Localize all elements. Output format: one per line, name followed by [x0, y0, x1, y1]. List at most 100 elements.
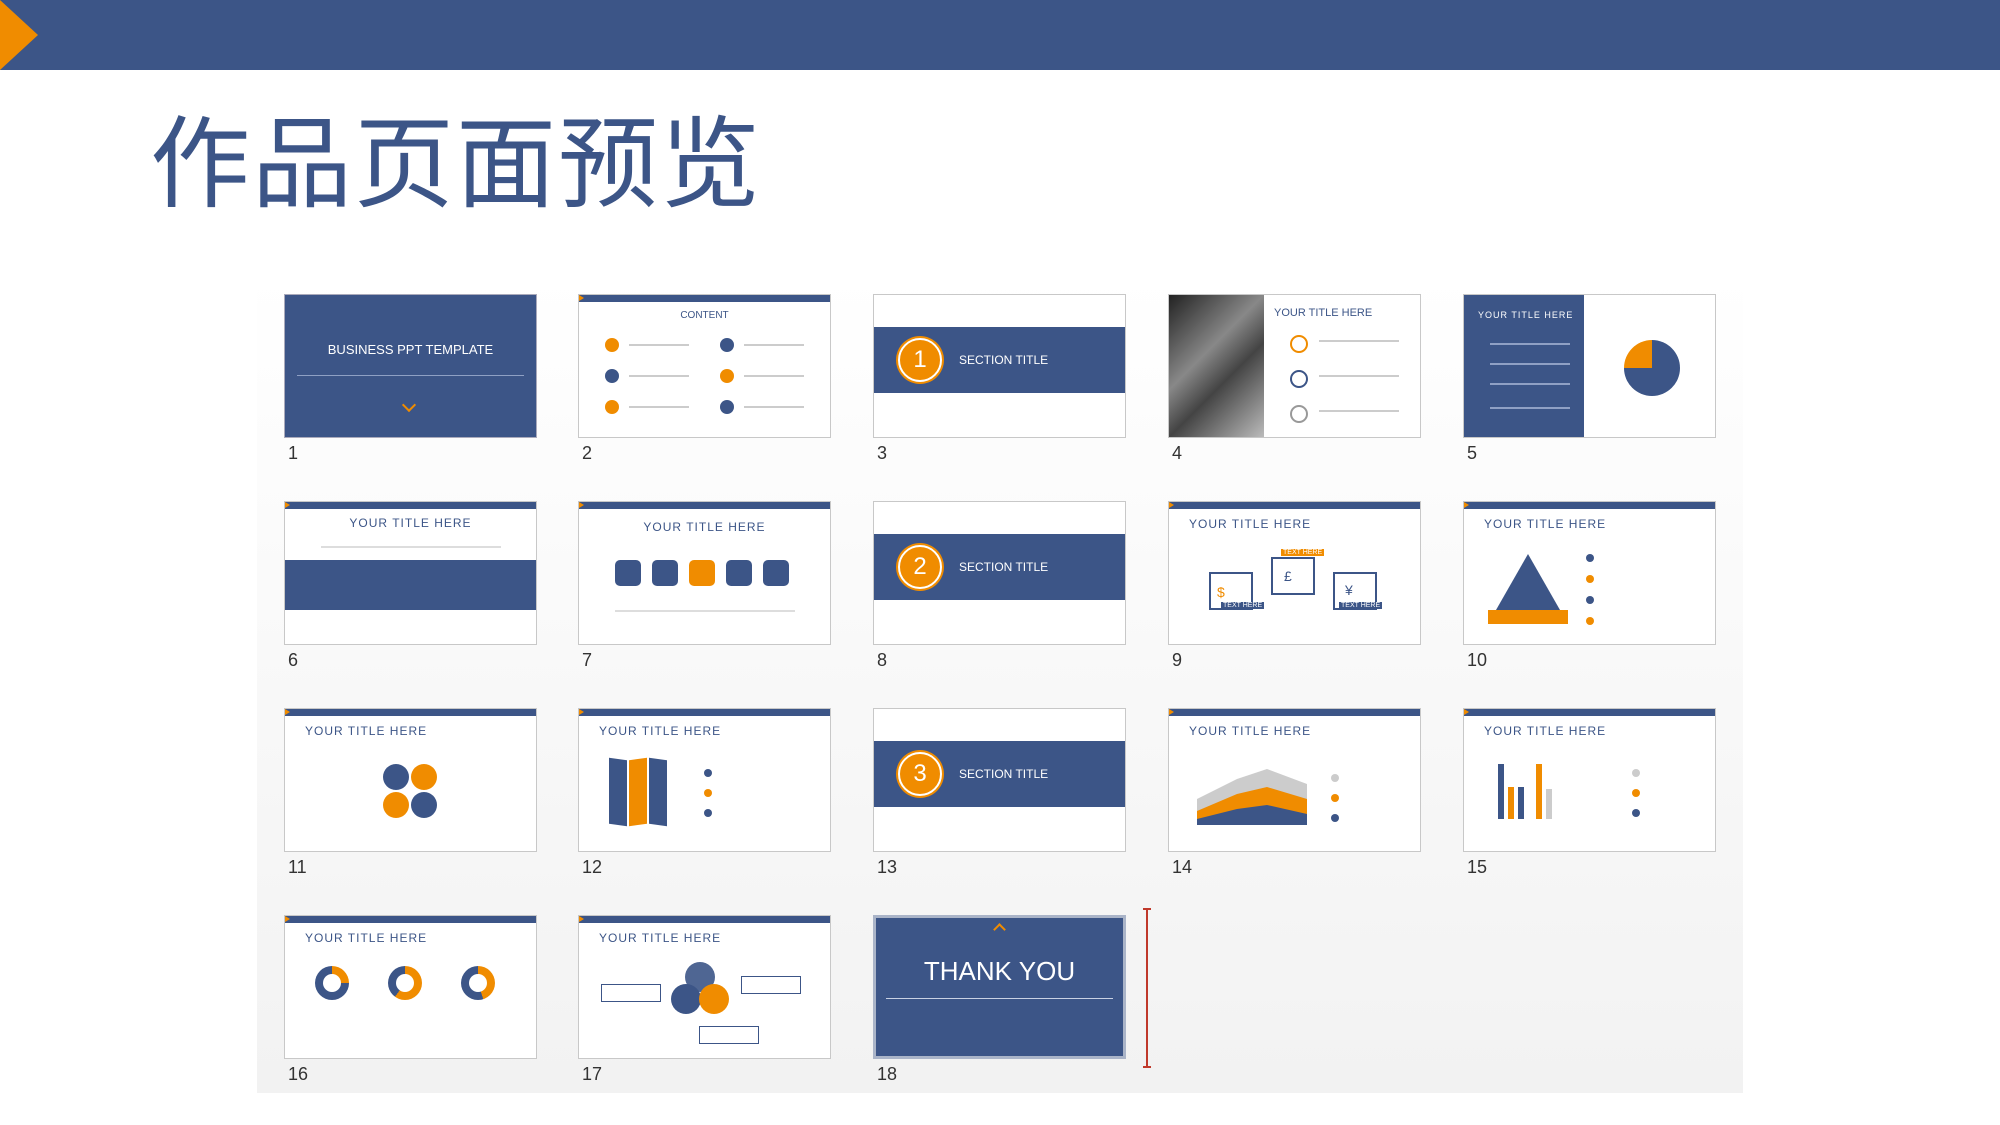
twitter-icon [652, 560, 678, 586]
settings-icon [726, 560, 752, 586]
item-icon [605, 400, 619, 414]
slide-title: YOUR TITLE HERE [1484, 724, 1607, 738]
item-icon [720, 369, 734, 383]
slide-number: 16 [288, 1064, 309, 1084]
slide-number: 8 [877, 650, 888, 670]
slide-title: YOUR TITLE HERE [305, 724, 428, 738]
slide-number: 12 [582, 857, 603, 877]
slide-preview[interactable]: YOUR TITLE HERE [1463, 708, 1716, 852]
label-left: TEXT HERE [1221, 602, 1265, 609]
section-number-badge: 1 [898, 338, 942, 382]
slide-preview[interactable]: YOUR TITLE HERE [1168, 708, 1421, 852]
quadrant-diagram [1624, 340, 1680, 396]
label-right: TEXT HERE [1339, 602, 1383, 609]
top-banner [0, 0, 2000, 70]
slide-preview[interactable]: YOUR TITLE HERE [578, 501, 831, 645]
slide-header-bar [1464, 502, 1715, 509]
slide-number: 17 [582, 1064, 603, 1084]
text-placeholder [321, 546, 501, 548]
slide-number: 2 [582, 443, 593, 463]
label-top: TEXT HERE [1281, 549, 1325, 556]
slide-preview[interactable]: YOUR TITLE HERE [284, 915, 537, 1059]
donut-hole [396, 974, 414, 992]
fold-panel [649, 757, 667, 827]
slide-number: 1 [288, 443, 299, 463]
section-number-badge: 3 [898, 752, 942, 796]
insertion-cursor [1143, 908, 1151, 1068]
text-placeholder [744, 375, 804, 377]
slide-title: SECTION TITLE [959, 353, 1049, 367]
venn-circle [411, 792, 437, 818]
slide-preview[interactable]: YOUR TITLE HERE [1463, 294, 1716, 438]
yen-sign-icon: ¥ [1345, 582, 1353, 598]
bullet-icon [1586, 596, 1594, 604]
text-placeholder [1490, 383, 1570, 385]
legend-dot [1331, 794, 1339, 802]
section-number-badge: 2 [898, 545, 942, 589]
bullet-icon [1586, 617, 1594, 625]
facebook-icon [615, 560, 641, 586]
dollar-sign-icon: $ [1217, 584, 1225, 600]
venn-circle [671, 984, 701, 1014]
slide-number: 13 [877, 857, 898, 877]
slide-number: 14 [1172, 857, 1193, 877]
slide-preview[interactable]: BUSINESS PPT TEMPLATE [284, 294, 537, 438]
slide-preview[interactable]: 3 SECTION TITLE [873, 708, 1126, 852]
text-placeholder [1490, 407, 1570, 409]
pound-box [1271, 557, 1315, 595]
donut-hole [323, 974, 341, 992]
text-placeholder [629, 406, 689, 408]
legend-dot [1331, 774, 1339, 782]
slide-title: CONTENT [680, 310, 729, 321]
city-photo [1169, 295, 1264, 437]
share-icon [689, 560, 715, 586]
slide-preview[interactable]: 1 SECTION TITLE [873, 294, 1126, 438]
bar [1498, 764, 1504, 819]
lightbulb-icon [1290, 335, 1308, 353]
slide-title: YOUR TITLE HERE [599, 724, 722, 738]
text-placeholder [1319, 410, 1399, 412]
slide-header-bar [285, 502, 536, 509]
slide-title: YOUR TITLE HERE [1274, 307, 1373, 319]
slide-number: 10 [1467, 650, 1488, 670]
slide-preview[interactable]: CONTENT [578, 294, 831, 438]
slide-preview[interactable]: YOUR TITLE HERE [1168, 294, 1421, 438]
legend-dot [1632, 809, 1640, 817]
item-icon [605, 338, 619, 352]
slide-preview[interactable]: YOUR TITLE HERE [578, 915, 831, 1059]
slide-preview[interactable]: YOUR TITLE HERE [578, 708, 831, 852]
chat-icon [1290, 405, 1308, 423]
slide-title: YOUR TITLE HERE [305, 931, 428, 945]
bar [1508, 787, 1514, 819]
pound-sign-icon: £ [1284, 568, 1292, 584]
bullet-icon [1586, 575, 1594, 583]
text-placeholder [629, 375, 689, 377]
bar [1536, 764, 1542, 819]
slide-title: SECTION TITLE [959, 767, 1049, 781]
info-band [285, 560, 536, 610]
slide-number: 5 [1467, 443, 1478, 463]
item-icon [605, 369, 619, 383]
slide-header-bar [1464, 709, 1715, 716]
text-placeholder [744, 344, 804, 346]
slide-preview[interactable]: THANK YOU [873, 915, 1126, 1059]
chevron-down-icon [401, 397, 417, 413]
slide-header-bar [285, 916, 536, 923]
slide-preview[interactable]: YOUR TITLE HERE [284, 501, 537, 645]
item-icon [720, 338, 734, 352]
divider [886, 998, 1113, 999]
donut-hole [469, 974, 487, 992]
text-placeholder [744, 406, 804, 408]
slide-header-bar [579, 709, 830, 716]
slide-preview[interactable]: YOUR TITLE HERE [284, 708, 537, 852]
slide-preview[interactable]: YOUR TITLE HERE [1463, 501, 1716, 645]
slide-title: YOUR TITLE HERE [1189, 517, 1312, 531]
slide-preview[interactable]: YOUR TITLE HERE $ £ ¥ TEXT HERE TEXT HER… [1168, 501, 1421, 645]
slide-number: 6 [288, 650, 299, 670]
slide-header-bar [1169, 502, 1420, 509]
text-placeholder [1490, 363, 1570, 365]
area-chart [1197, 769, 1307, 825]
slide-preview[interactable]: 2 SECTION TITLE [873, 501, 1126, 645]
globe-icon [1290, 370, 1308, 388]
pyramid-base [1488, 610, 1568, 624]
